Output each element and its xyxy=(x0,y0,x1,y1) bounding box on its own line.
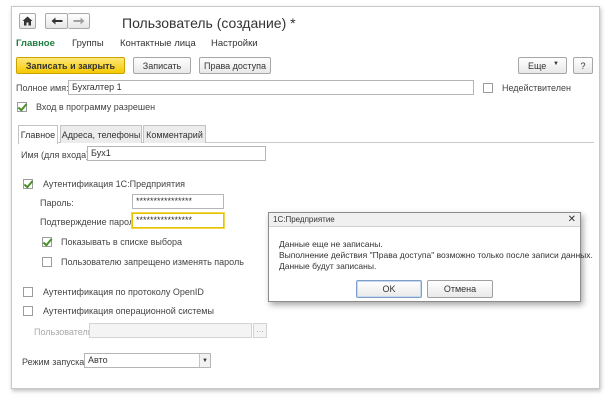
os-auth-label: Аутентификация операционной системы xyxy=(43,306,214,316)
cancel-button[interactable]: Отмена xyxy=(427,280,493,298)
access-rights-button[interactable]: Права доступа xyxy=(199,57,271,74)
tab-addresses-phones[interactable]: Адреса, телефоны xyxy=(60,125,142,143)
dropdown-arrow-icon[interactable]: ▼ xyxy=(199,354,210,367)
openid-checkbox[interactable] xyxy=(23,287,33,297)
nav-tab-groups[interactable]: Группы xyxy=(72,38,104,49)
password-input[interactable]: **************** xyxy=(132,194,224,209)
back-button[interactable] xyxy=(45,13,68,29)
arrow-right-icon xyxy=(73,17,84,25)
help-button[interactable]: ? xyxy=(573,57,593,74)
os-user-label: Пользователь: xyxy=(34,327,95,337)
password-label: Пароль: xyxy=(40,198,74,208)
full-name-label: Полное имя: xyxy=(16,83,69,93)
os-user-select-button: ... xyxy=(253,323,267,338)
close-icon[interactable]: ✕ xyxy=(568,214,576,226)
os-auth-checkbox[interactable] xyxy=(23,306,33,316)
os-user-input xyxy=(89,323,252,338)
home-button[interactable] xyxy=(19,13,36,29)
nav-tab-contacts[interactable]: Контактные лица xyxy=(120,38,196,49)
more-button[interactable]: Еще ▼ xyxy=(518,57,567,74)
chevron-down-icon: ▼ xyxy=(553,61,559,67)
openid-label: Аутентификация по протоколу OpenID xyxy=(43,287,204,297)
message-dialog: 1С:Предприятие ✕ Данные еще не записаны.… xyxy=(268,212,593,302)
show-in-list-checkbox[interactable] xyxy=(42,237,52,247)
save-button[interactable]: Записать xyxy=(133,57,191,74)
tab-main[interactable]: Главное xyxy=(18,125,58,144)
nav-tab-main[interactable]: Главное xyxy=(16,38,55,49)
login-allowed-checkbox[interactable] xyxy=(17,102,27,112)
login-name-label: Имя (для входа): xyxy=(21,150,92,160)
login-allowed-label: Вход в программу разрешен xyxy=(36,102,156,112)
password-confirm-label: Подтверждение пароля: xyxy=(40,217,142,227)
dialog-title: 1С:Предприятие xyxy=(273,215,335,224)
deny-change-password-checkbox[interactable] xyxy=(42,257,52,267)
password-confirm-input[interactable]: **************** xyxy=(132,213,224,228)
window-title: Пользователь (создание) * xyxy=(122,15,296,31)
more-button-label: Еще xyxy=(528,60,547,71)
tab-comment[interactable]: Комментарий xyxy=(143,125,206,143)
user-form-window: Пользователь (создание) * Главное Группы… xyxy=(11,6,600,389)
launch-mode-value: Авто xyxy=(88,355,108,365)
dialog-titlebar: 1С:Предприятие ✕ xyxy=(269,213,580,227)
auth-1c-label: Аутентификация 1С:Предприятия xyxy=(43,179,186,189)
arrow-left-icon xyxy=(51,17,62,25)
inactive-label: Недействителен xyxy=(502,83,571,93)
full-name-input[interactable]: Бухгалтер 1 xyxy=(68,80,474,95)
dialog-message-line-3: Данные будут записаны. xyxy=(279,261,377,271)
dialog-message-line-2: Выполнение действия "Права доступа" возм… xyxy=(279,250,593,260)
inactive-checkbox[interactable] xyxy=(483,83,493,93)
nav-tab-settings[interactable]: Настройки xyxy=(211,38,258,49)
launch-mode-label: Режим запуска: xyxy=(22,357,87,367)
ok-button[interactable]: OK xyxy=(356,280,422,298)
auth-1c-checkbox[interactable] xyxy=(23,179,33,189)
home-icon xyxy=(22,16,33,26)
login-name-input[interactable]: Бух1 xyxy=(87,146,266,161)
save-and-close-button[interactable]: Записать и закрыть xyxy=(16,57,125,74)
deny-change-password-label: Пользователю запрещено изменять пароль xyxy=(61,257,244,267)
forward-button[interactable] xyxy=(68,13,90,29)
launch-mode-select[interactable]: Авто ▼ xyxy=(84,353,211,368)
dialog-message-line-1: Данные еще не записаны. xyxy=(279,239,383,249)
show-in-list-label: Показывать в списке выбора xyxy=(61,237,183,247)
